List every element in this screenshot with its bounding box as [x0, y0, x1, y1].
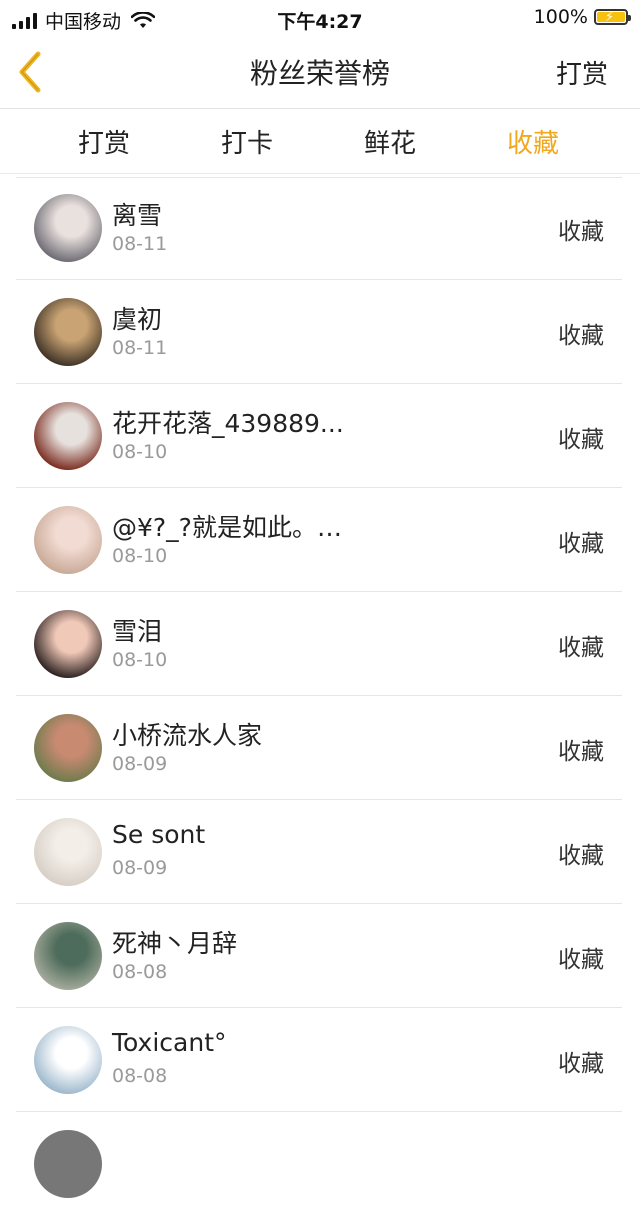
action-label: 收藏 [558, 323, 604, 349]
battery-percent: 100% [533, 6, 588, 28]
list-item-partial[interactable] [16, 1112, 622, 1215]
item-date: 08-08 [112, 961, 168, 983]
action-label: 收藏 [558, 219, 604, 245]
action-label: 收藏 [558, 947, 604, 973]
avatar [34, 506, 102, 574]
item-date: 08-08 [112, 1065, 168, 1087]
tab-flowers[interactable]: 鲜花 [340, 123, 440, 160]
list-item[interactable]: Toxicant° 08-08 收藏 [16, 1008, 622, 1112]
item-date: 08-11 [112, 337, 168, 359]
list-item[interactable]: 小桥流水人家 08-09 收藏 [16, 696, 622, 800]
status-bar: 中国移动 下午4:27 100% ⚡ [0, 0, 640, 36]
user-name: @¥?_?就是如此。… [112, 513, 342, 542]
battery-icon: ⚡ [594, 9, 631, 25]
list-item[interactable]: Se sont 08-09 收藏 [16, 800, 622, 904]
user-name: 死神丶月辞 [112, 929, 238, 958]
list-item[interactable]: 花开花落_439889... 08-10 收藏 [16, 384, 622, 488]
avatar [34, 922, 102, 990]
item-date: 08-09 [112, 857, 168, 879]
item-date: 08-10 [112, 441, 168, 463]
user-name: 离雪 [112, 201, 163, 230]
user-name: 花开花落_439889... [112, 409, 344, 438]
tab-checkin[interactable]: 打卡 [197, 123, 297, 160]
page-title: 粉丝荣誉榜 [249, 57, 390, 90]
action-label: 收藏 [558, 427, 604, 453]
user-name: Toxicant° [112, 1028, 227, 1057]
list-item[interactable]: 虞初 08-11 收藏 [16, 280, 622, 384]
user-name: 小桥流水人家 [112, 721, 263, 750]
item-date: 08-10 [112, 649, 168, 671]
action-label: 收藏 [558, 531, 604, 557]
fan-list: 离雪 08-11 收藏 虞初 08-11 收藏 花开花落_439889... 0… [16, 176, 622, 1215]
avatar [34, 298, 102, 366]
action-label: 收藏 [558, 1051, 604, 1077]
list-item[interactable]: @¥?_?就是如此。… 08-10 收藏 [16, 488, 622, 592]
avatar [34, 1130, 102, 1198]
avatar [34, 194, 102, 262]
tab-favorites[interactable]: 收藏 [483, 123, 583, 160]
reward-button[interactable]: 打赏 [556, 54, 608, 91]
list-item[interactable]: 雪泪 08-10 收藏 [16, 592, 622, 696]
action-label: 收藏 [558, 635, 604, 661]
action-label: 收藏 [558, 843, 604, 869]
tab-reward[interactable]: 打赏 [54, 123, 154, 160]
nav-bar: 粉丝荣誉榜 打赏 [0, 36, 640, 109]
item-date: 08-11 [112, 233, 168, 255]
user-name: Se sont [112, 820, 206, 849]
action-label: 收藏 [558, 739, 604, 765]
item-date: 08-10 [112, 545, 168, 567]
user-name: 雪泪 [112, 617, 163, 646]
list-item[interactable]: 离雪 08-11 收藏 [16, 176, 622, 280]
avatar [34, 610, 102, 678]
status-right: 100% ⚡ [533, 6, 631, 28]
user-name: 虞初 [112, 305, 163, 334]
item-date: 08-09 [112, 753, 168, 775]
avatar [34, 818, 102, 886]
tab-bar: 打赏 打卡 鲜花 收藏 [0, 109, 640, 174]
avatar [34, 402, 102, 470]
list-item[interactable]: 死神丶月辞 08-08 收藏 [16, 904, 622, 1008]
avatar [34, 1026, 102, 1094]
avatar [34, 714, 102, 782]
